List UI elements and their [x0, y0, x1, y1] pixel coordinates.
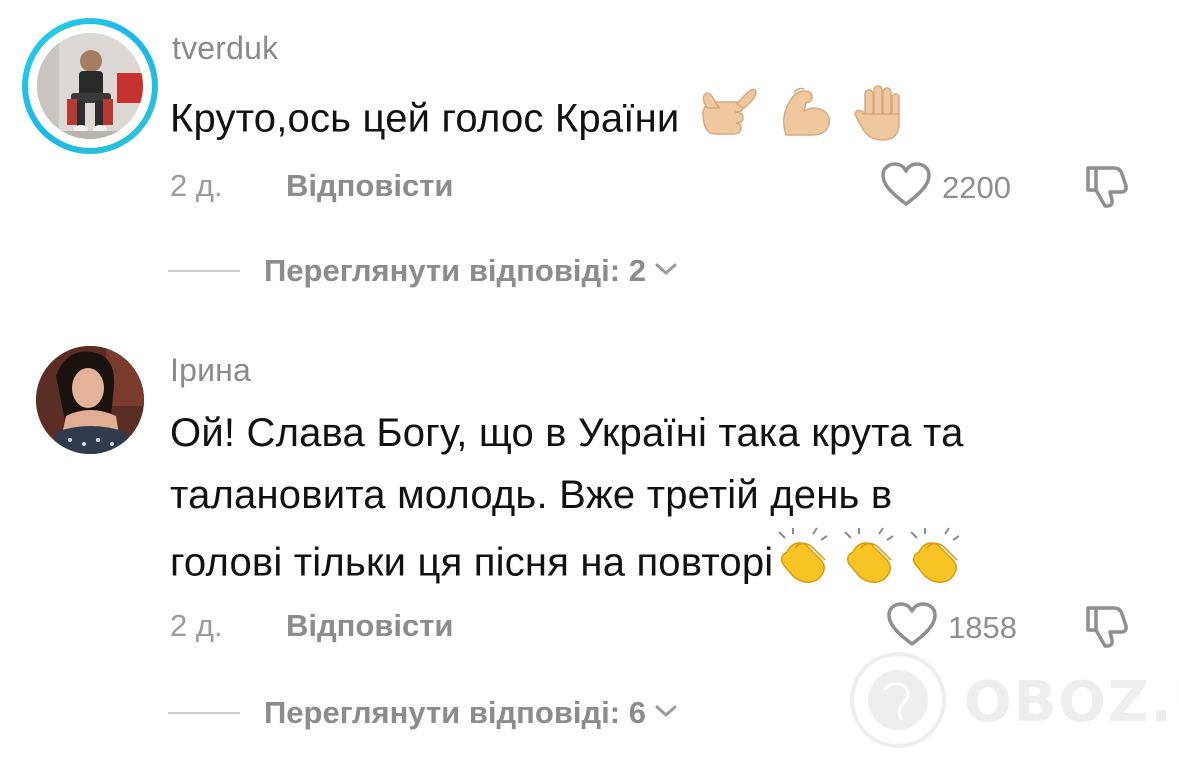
comment-text: Ой! Слава Богу, що в Україні така крута …	[170, 402, 965, 604]
chevron-down-icon	[654, 261, 678, 282]
thumbs-down-icon	[1082, 166, 1132, 214]
avatar-photo-man	[37, 33, 143, 139]
call-me-hand-emoji	[697, 84, 759, 158]
dislike-button[interactable]	[1082, 162, 1132, 215]
like-button[interactable]: 2200	[880, 162, 1011, 213]
avatar-photo-woman	[36, 346, 144, 454]
comment-text: Круто,ось цей голос Країни	[170, 82, 909, 160]
reply-button[interactable]: Відповісти	[286, 168, 454, 204]
like-count: 2200	[942, 169, 1011, 205]
comment-time: 2 д.	[170, 168, 223, 203]
dislike-button[interactable]	[1082, 602, 1132, 655]
view-replies-button[interactable]: Переглянути відповіді: 2	[168, 253, 678, 289]
divider-line	[168, 270, 240, 272]
reply-button[interactable]: Відповісти	[286, 608, 454, 644]
chevron-down-icon	[654, 703, 678, 724]
clapping-hands-emoji	[839, 526, 899, 604]
comment-username[interactable]: Ірина	[170, 352, 251, 389]
raised-hand-emoji	[851, 82, 909, 160]
clapping-hands-emoji	[905, 526, 965, 604]
clapping-hands-emoji	[773, 526, 833, 604]
avatar[interactable]	[37, 33, 143, 139]
comment-username[interactable]: tverduk	[172, 30, 278, 67]
comments-page: tverduk Круто,ось цей голос Країни 2 д. …	[0, 0, 1179, 767]
like-count: 1858	[948, 609, 1017, 645]
like-button[interactable]: 1858	[886, 602, 1017, 653]
view-replies-button[interactable]: Переглянути відповіді: 6	[168, 695, 678, 731]
divider-line	[168, 712, 240, 714]
globe-logo-icon	[848, 650, 948, 755]
flexed-biceps-emoji	[776, 83, 834, 159]
heart-icon	[886, 602, 938, 653]
heart-icon	[880, 162, 932, 213]
view-replies-label: Переглянути відповіді: 2	[264, 253, 646, 288]
view-replies-label: Переглянути відповіді: 6	[264, 695, 646, 730]
watermark: OBOZ.UA	[848, 650, 1179, 755]
avatar[interactable]	[36, 346, 144, 454]
watermark-text: OBOZ.UA	[964, 670, 1179, 735]
comment-time: 2 д.	[170, 608, 223, 643]
